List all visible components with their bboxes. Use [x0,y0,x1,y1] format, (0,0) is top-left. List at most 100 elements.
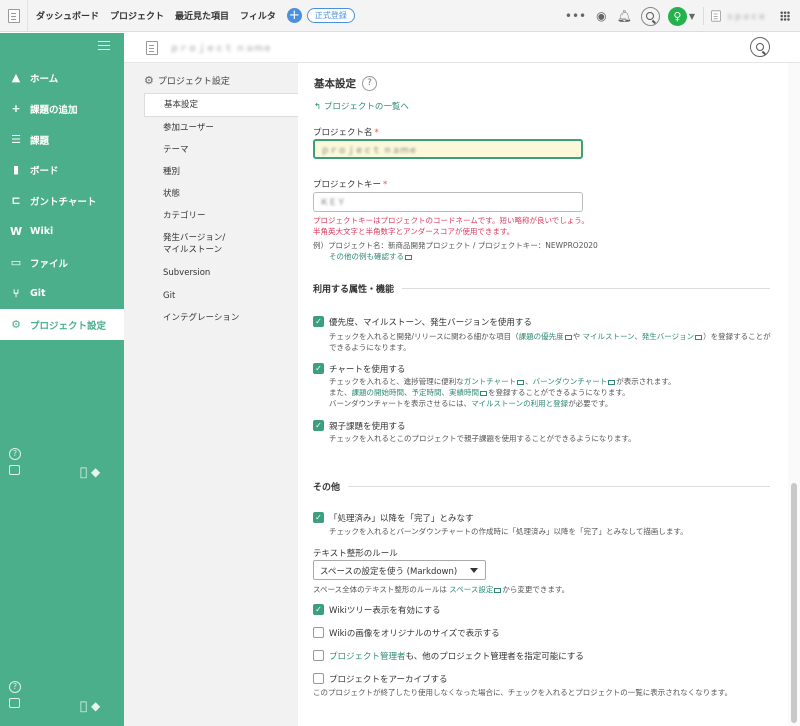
archive-option-desc: このプロジェクトが終了したり使用しなくなった場合に、チェックを入れるとプロジェク… [313,688,733,697]
sidebar-item-add-issue[interactable]: + 課題の追加 [0,93,124,124]
link-estimated-hours[interactable]: 予定時間 [412,388,442,397]
settings-item-status[interactable]: 状態 [144,183,300,205]
nav-filter[interactable]: フィルタ [240,9,276,22]
link-issue-priority[interactable]: 課題の優先度 [519,332,564,341]
link-burndown[interactable]: バーンダウンチャート [533,377,608,386]
settings-item-theme[interactable]: テーマ [144,139,300,161]
sidebar-item-wiki[interactable]: W Wiki [0,216,124,247]
add-icon[interactable]: + [286,8,302,23]
priority-checkbox[interactable]: ✓ [313,316,324,327]
wiki-image-checkbox[interactable] [313,627,324,638]
plus-icon: + [11,102,21,115]
sidebar-item-label: ホーム [30,73,59,85]
sidebar-item-home[interactable]: ▲ ホーム [0,62,124,93]
more-examples-link[interactable]: その他の例も確認する [329,251,413,262]
gear-icon: ⚙ [11,318,21,331]
app-logo-icon[interactable] [0,0,28,32]
chevron-down-icon[interactable]: ▼ [689,12,695,21]
text-format-label: テキスト整形のルール [313,549,398,559]
mobile-apps-icon[interactable]:  ◆ [80,699,100,713]
settings-item-integration[interactable]: インテグレーション [144,307,300,329]
settings-item-subversion[interactable]: Subversion [144,262,300,284]
top-nav: ダッシュボード プロジェクト 最近見た項目 フィルタ + 正式登録 [36,8,355,23]
link-space-settings[interactable]: スペース設定 [449,585,493,594]
external-link-icon [405,254,412,260]
nav-recent[interactable]: 最近見た項目 [175,9,229,22]
back-link[interactable]: ↰ プロジェクトの一覧へ [314,100,409,112]
archive-checkbox[interactable] [313,673,324,684]
section-other: その他 [313,480,770,493]
menu-icon[interactable] [98,41,110,50]
chart-option-desc: チェックを入れると、進捗管理に便利なガントチャート 、バーンダウンチャート が表示さ… [329,377,676,408]
project-key-value: ＫＥＹ [320,198,346,208]
mobile-apps-icon[interactable]:  ◆ [80,465,100,479]
settings-nav: ⚙ プロジェクト設定 基本設定 参加ユーザー テーマ 種別 状態 カテゴリー 発… [124,63,298,726]
project-key-field[interactable]: ＫＥＹ [313,192,583,212]
sidebar-item-git[interactable]: ⑂ Git [0,278,124,309]
settings-item-types[interactable]: 種別 [144,161,300,183]
eye-icon[interactable]: ◉ [596,9,606,23]
back-link-text: プロジェクトの一覧へ [323,102,409,112]
bell-icon[interactable]: 🔔︎ [617,9,632,23]
settings-item-members[interactable]: 参加ユーザー [144,117,300,139]
priority-option-label: 優先度、マイルストーン、発生バージョンを使用する [329,318,532,328]
sidebar: ▲ ホーム + 課題の追加 ☰ 課題 ▮ ボード ⊏ ガントチャート W Wiki ▭ ファイ… [0,33,124,726]
admin-assign-checkbox[interactable] [313,650,324,661]
treat-done-checkbox[interactable]: ✓ [313,512,324,523]
back-arrow-icon: ↰ [314,102,322,112]
parent-child-checkbox[interactable]: ✓ [313,420,324,431]
more-icon[interactable]: ••• [565,9,586,23]
link-project-admin[interactable]: プロジェクト管理者 [329,652,406,662]
scrollbar[interactable] [788,63,800,726]
avatar[interactable]: ♀ [667,6,687,26]
feedback-icon[interactable] [9,465,20,475]
text-format-select[interactable]: スペースの設定を使う (Markdown) [313,560,486,580]
page-title: 基本設定 ? [314,76,377,91]
wiki-tree-option-label: Wikiツリー表示を有効にする [329,606,441,616]
chart-checkbox[interactable]: ✓ [313,363,324,374]
search-icon[interactable] [640,6,660,26]
settings-item-basic[interactable]: 基本設定 [144,93,298,117]
link-milestone-usage[interactable]: マイルストーンの利用と登録 [471,399,568,408]
register-badge[interactable]: 正式登録 [306,8,355,23]
settings-item-git[interactable]: Git [144,285,300,307]
settings-nav-header: ⚙ プロジェクト設定 [144,74,230,87]
wiki-tree-checkbox[interactable]: ✓ [313,604,324,615]
board-icon: ▮ [12,163,20,176]
required-mark: * [374,128,379,138]
divider [703,7,704,25]
text-format-value: スペースの設定を使う (Markdown) [320,567,458,577]
feedback-icon[interactable] [9,698,20,708]
project-name[interactable]: ｐｒｏｊｅｃｔ ｎａｍｅ [170,41,272,54]
space-name[interactable]: ｓｐａｃｅ [726,11,766,22]
sidebar-item-label: Wiki [30,226,54,237]
scrollbar-thumb[interactable] [791,483,797,723]
sidebar-item-files[interactable]: ▭ ファイル [0,247,124,278]
project-name-field[interactable]: ｐｒｏｊｅｃｔ ｎａｍｅ [313,139,583,159]
help-icon[interactable]: ? [9,448,21,460]
archive-option-label: プロジェクトをアーカイブする [329,675,448,685]
link-actual-hours[interactable]: 実績時間 [449,388,479,397]
help-icon[interactable]: ? [362,76,377,91]
sidebar-item-project-settings[interactable]: ⚙ プロジェクト設定 [0,309,124,340]
project-header: ｐｒｏｊｅｃｔ ｎａｍｅ [124,33,800,63]
settings-item-category[interactable]: カテゴリー [144,205,300,227]
project-name-value: ｐｒｏｊｅｃｔ ｎａｍｅ [321,146,418,156]
file-icon: ▭ [10,256,22,269]
nav-dashboard[interactable]: ダッシュボード [36,9,99,22]
sidebar-item-gantt[interactable]: ⊏ ガントチャート [0,185,124,216]
link-version[interactable]: 発生バージョン [642,332,694,341]
parent-child-option-label: 親子課題を使用する [329,422,406,432]
link-start-date[interactable]: 課題の開始時間 [352,388,405,397]
project-key-label: プロジェクトキー * [313,180,388,190]
sidebar-item-board[interactable]: ▮ ボード [0,154,124,185]
link-milestone[interactable]: マイルストーン [583,332,635,341]
apps-grid-icon[interactable] [780,11,790,21]
link-gantt[interactable]: ガントチャート [464,377,516,386]
help-icon[interactable]: ? [9,681,21,693]
nav-projects[interactable]: プロジェクト [110,9,164,22]
page-title-text: 基本設定 [314,78,356,90]
sidebar-item-issues[interactable]: ☰ 課題 [0,124,124,155]
search-icon[interactable] [750,37,770,57]
settings-item-versions[interactable]: 発生バージョン/ マイルストーン [144,227,300,261]
